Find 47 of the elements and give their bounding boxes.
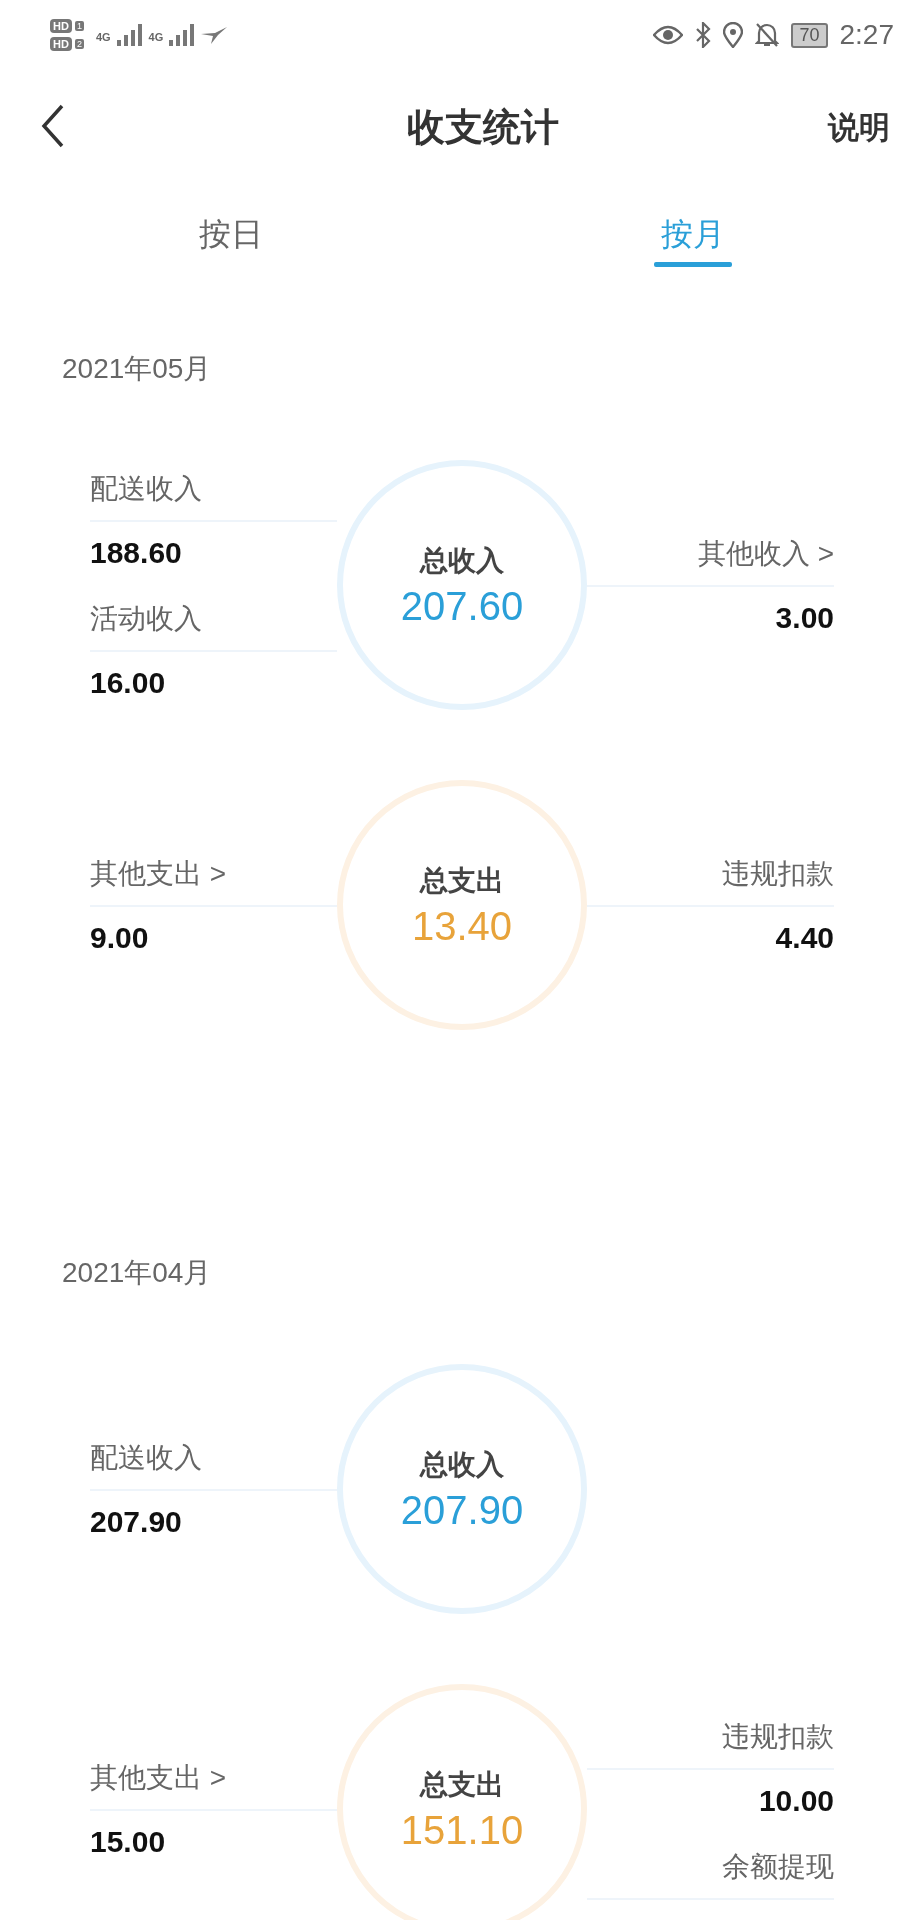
item-label: 活动收入 bbox=[90, 602, 203, 636]
page-title: 收支统计 bbox=[407, 105, 559, 150]
tab[interactable]: 按月 bbox=[462, 185, 924, 285]
signal-icon bbox=[116, 24, 143, 46]
item-amount: 9.00 bbox=[90, 921, 150, 955]
tab[interactable]: 按日 bbox=[0, 185, 462, 285]
item-label: 余额提现 bbox=[721, 1850, 834, 1884]
sim-slot: 2 bbox=[74, 39, 84, 49]
item-amount: 15.00 bbox=[90, 1825, 167, 1859]
item-label: 其他收入 > bbox=[696, 537, 834, 571]
hd-badge: HD bbox=[50, 37, 72, 51]
item-amount: 188.60 bbox=[90, 536, 183, 570]
item-amount: 207.90 bbox=[90, 1505, 183, 1539]
bird-icon bbox=[201, 26, 228, 44]
item-label: 其他支出 > bbox=[90, 857, 228, 891]
item-label: 配送收入 bbox=[90, 472, 203, 506]
total-label: 总支出 bbox=[420, 1767, 504, 1802]
bell-muted-icon bbox=[755, 22, 780, 48]
total-label: 总支出 bbox=[420, 863, 504, 898]
location-icon bbox=[723, 22, 744, 48]
item-label: 其他支出 > bbox=[90, 1761, 228, 1795]
total-amount: 207.60 bbox=[400, 583, 524, 629]
sim-slot: 1 bbox=[74, 21, 84, 31]
total-amount: 13.40 bbox=[411, 903, 513, 949]
battery-icon: 70 bbox=[791, 22, 828, 48]
item-amount: 16.00 bbox=[90, 666, 167, 700]
back-icon bbox=[41, 104, 65, 148]
clock-time: 2:27 bbox=[839, 19, 894, 51]
network-type: 4G bbox=[95, 31, 111, 43]
item-amount: 10.00 bbox=[757, 1784, 834, 1818]
total-amount: 207.90 bbox=[400, 1487, 524, 1533]
help-button[interactable]: 说明 bbox=[828, 106, 890, 149]
item-label: 配送收入 bbox=[90, 1441, 203, 1475]
bluetooth-icon bbox=[695, 22, 712, 48]
signal-icon bbox=[169, 24, 196, 46]
item-amount: 4.40 bbox=[774, 921, 834, 955]
month-label: 2021年04月 bbox=[61, 1256, 213, 1290]
total-amount: 151.10 bbox=[400, 1807, 524, 1853]
network-type: 4G bbox=[148, 31, 164, 43]
item-amount: 3.00 bbox=[774, 601, 834, 635]
month-label: 2021年05月 bbox=[61, 352, 213, 386]
eye-icon bbox=[653, 25, 684, 45]
total-label: 总收入 bbox=[420, 1447, 504, 1482]
item-label: 违规扣款 bbox=[721, 1720, 834, 1754]
total-label: 总收入 bbox=[420, 543, 504, 578]
item-label: 违规扣款 bbox=[721, 857, 834, 891]
hd-badge: HD bbox=[50, 19, 72, 33]
